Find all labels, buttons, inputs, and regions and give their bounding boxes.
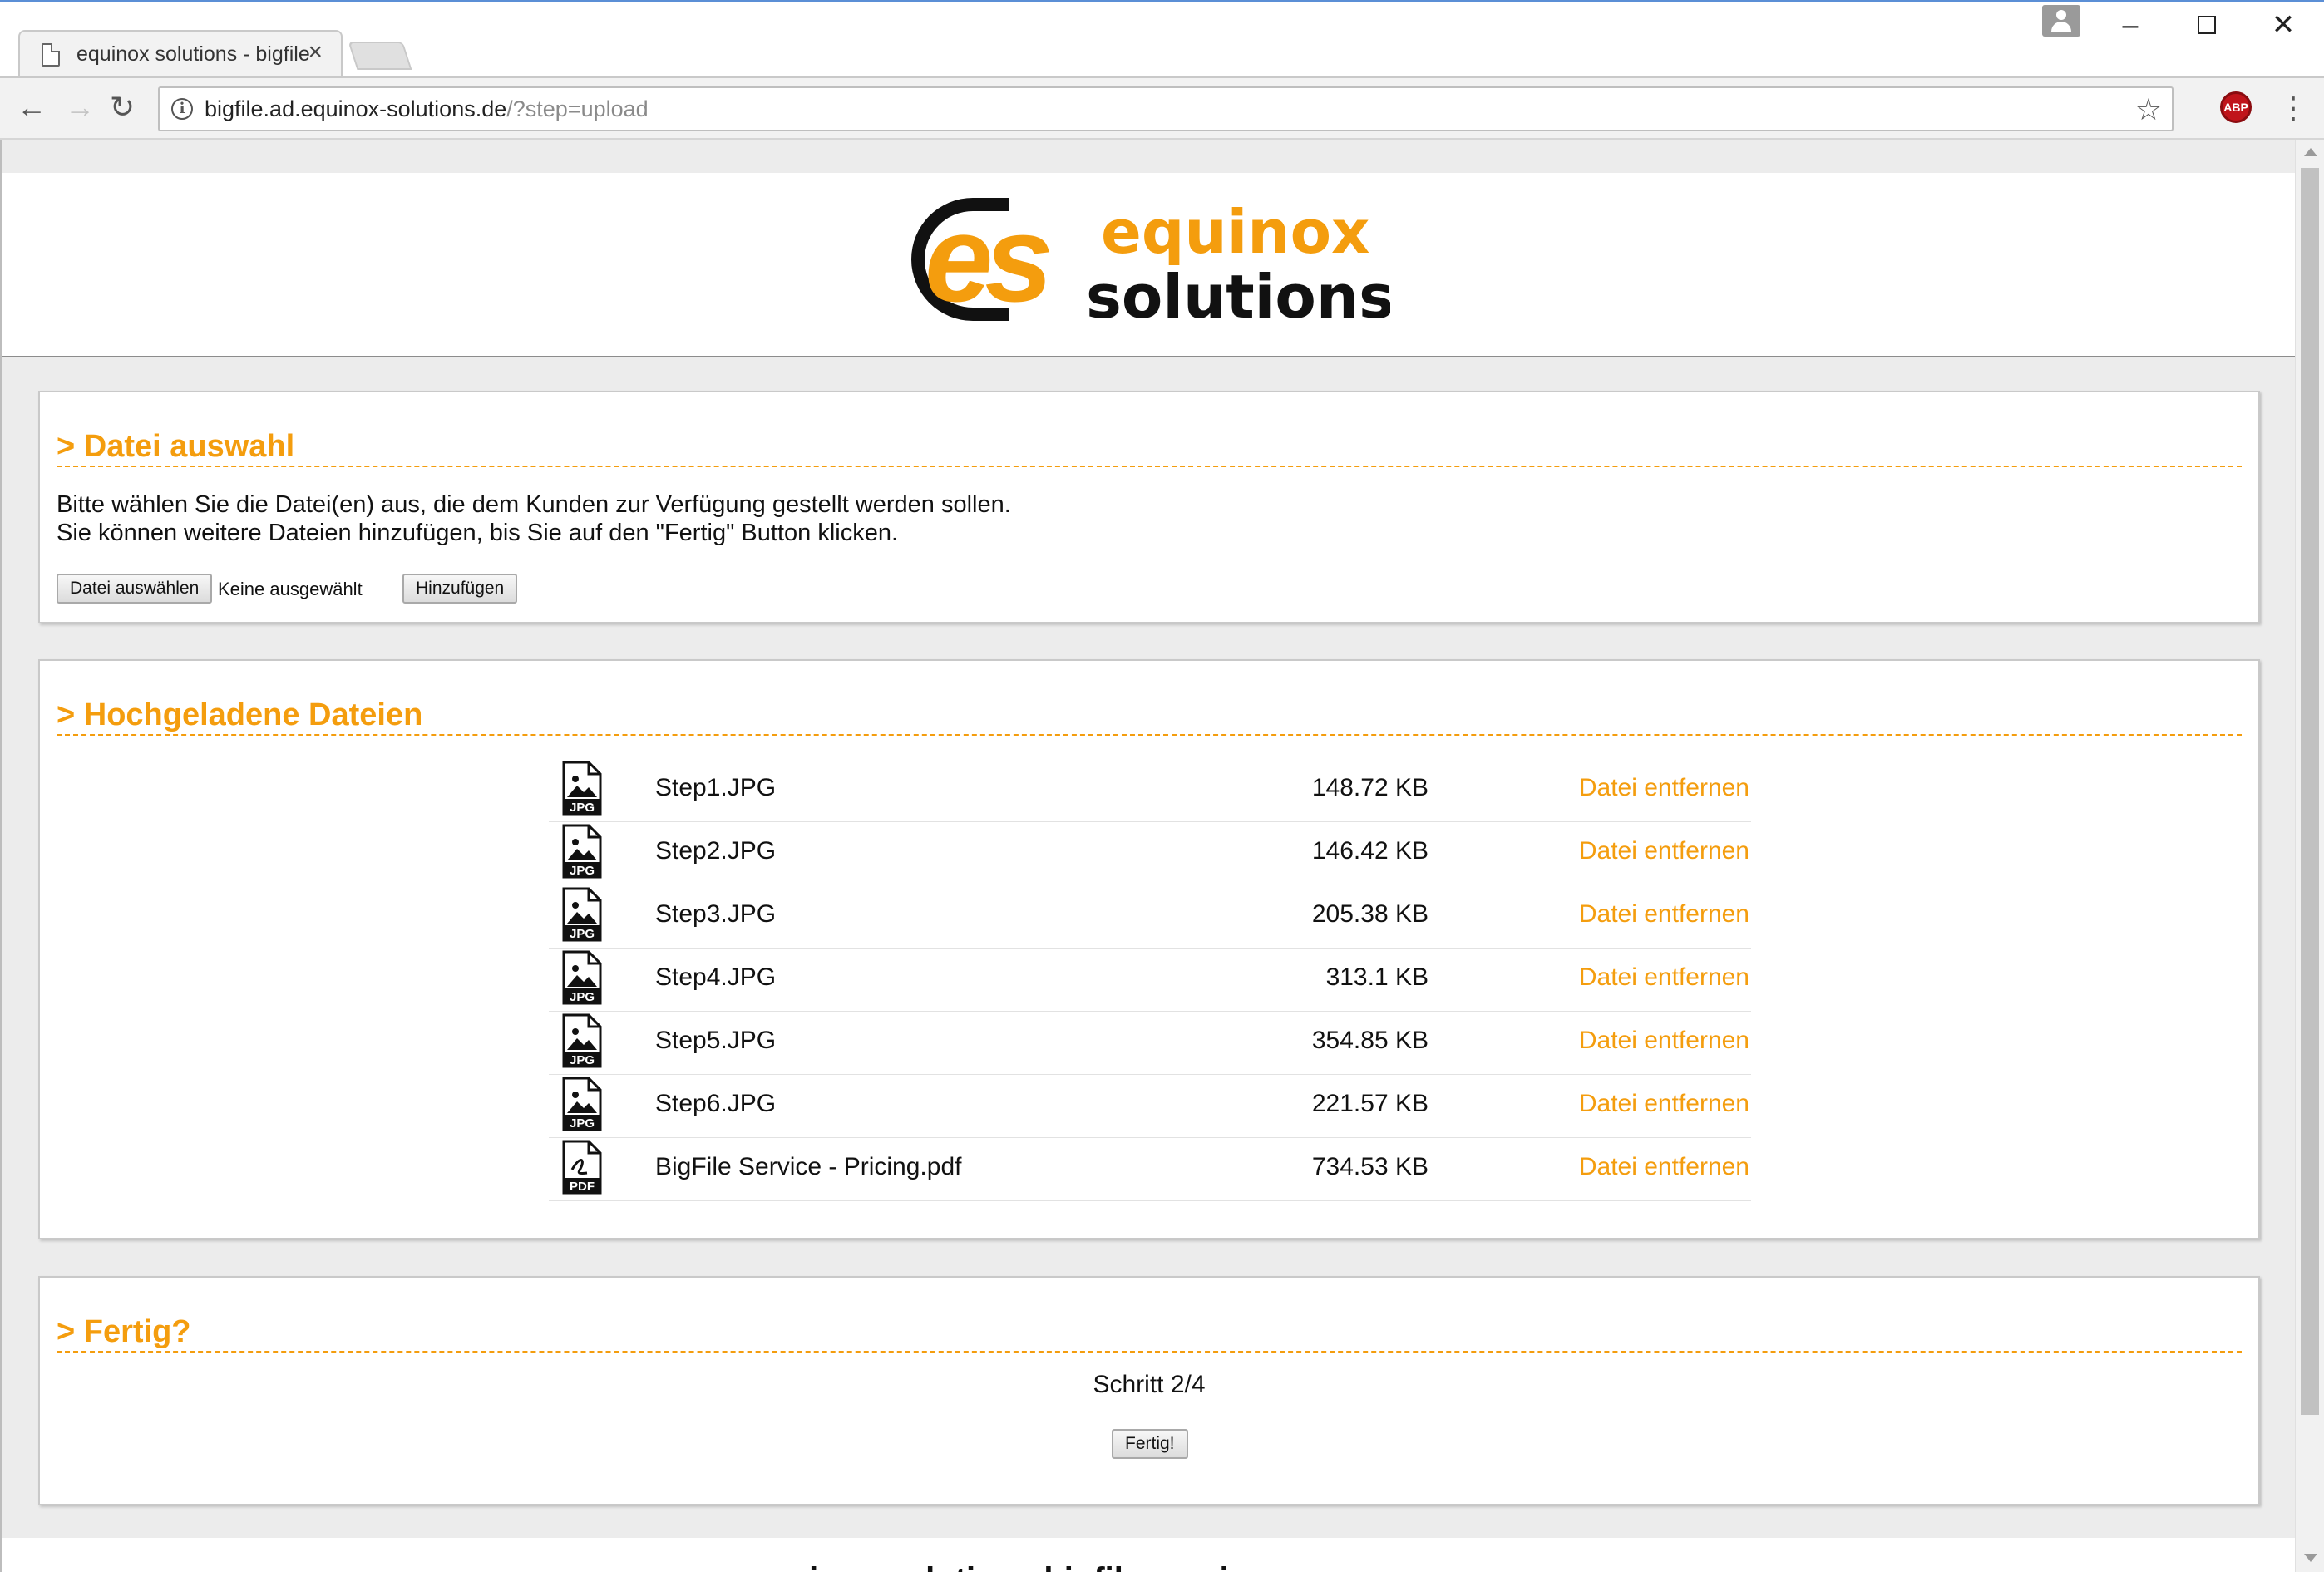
- instruction-line-1: Bitte wählen Sie die Datei(en) aus, die …: [57, 491, 1011, 518]
- remove-file-link[interactable]: Datei entfernen: [1579, 963, 1749, 992]
- url-path: /?step=upload: [506, 96, 649, 121]
- file-size: 205.38 KB: [1311, 900, 1428, 928]
- info-icon[interactable]: i: [171, 98, 193, 120]
- section-divider: [57, 1351, 2242, 1353]
- file-size: 221.57 KB: [1311, 1090, 1428, 1117]
- remove-file-link[interactable]: Datei entfernen: [1579, 900, 1749, 929]
- browser-titlebar: equinox solutions - bigfile × – ✕: [0, 0, 2324, 78]
- url-host: bigfile.ad.equinox-solutions.de: [205, 96, 507, 121]
- pdf-file-icon: PDF: [562, 1140, 602, 1195]
- svg-text:JPG: JPG: [570, 1116, 595, 1131]
- browser-tab[interactable]: equinox solutions - bigfile ×: [18, 30, 343, 78]
- back-arrow-icon[interactable]: ←: [17, 86, 47, 128]
- maximize-icon[interactable]: [2182, 8, 2232, 42]
- scroll-thumb[interactable]: [2301, 168, 2319, 1415]
- svg-text:JPG: JPG: [570, 990, 595, 1004]
- svg-text:es: es: [925, 195, 1049, 328]
- adblock-plus-icon[interactable]: ABP: [2220, 91, 2252, 123]
- remove-file-link[interactable]: Datei entfernen: [1579, 1090, 1749, 1118]
- file-size: 354.85 KB: [1311, 1027, 1428, 1054]
- jpg-file-icon: JPG: [562, 1013, 602, 1068]
- add-file-button[interactable]: Hinzufügen: [402, 574, 518, 604]
- step-indicator: Schritt 2/4: [1093, 1371, 1206, 1398]
- file-name: Step3.JPG: [655, 900, 777, 928]
- minimize-icon[interactable]: –: [2105, 8, 2155, 42]
- file-size: 146.42 KB: [1311, 837, 1428, 865]
- remove-file-link[interactable]: Datei entfernen: [1579, 837, 1749, 865]
- file-name: BigFile Service - Pricing.pdf: [655, 1153, 962, 1180]
- file-name: Step4.JPG: [655, 963, 777, 991]
- remove-file-link[interactable]: Datei entfernen: [1579, 774, 1749, 802]
- profile-icon[interactable]: [2042, 5, 2080, 37]
- svg-text:JPG: JPG: [570, 927, 595, 941]
- page-viewport: es equinox solutions > Datei auswahl Bit…: [0, 140, 2295, 1572]
- kebab-menu-icon[interactable]: ⋮: [2278, 85, 2308, 131]
- new-tab-button[interactable]: [348, 42, 412, 70]
- file-select-card: > Datei auswahl Bitte wählen Sie die Dat…: [38, 391, 2260, 623]
- window-close-icon[interactable]: ✕: [2258, 8, 2308, 42]
- file-row: JPG Step3.JPG 205.38 KB Datei entfernen: [549, 885, 1751, 949]
- page-icon: [42, 43, 60, 67]
- footer: equinox solutions bigfile service: [2, 1538, 2295, 1572]
- file-name: Step2.JPG: [655, 837, 777, 865]
- forward-arrow-icon[interactable]: →: [65, 86, 95, 128]
- svg-text:JPG: JPG: [570, 801, 595, 815]
- file-size: 313.1 KB: [1325, 963, 1428, 991]
- browser-toolbar: ← → ↻ i bigfile.ad.equinox-solutions.de/…: [0, 76, 2324, 140]
- instruction-line-2: Sie können weitere Dateien hinzufügen, b…: [57, 520, 899, 546]
- close-icon[interactable]: ×: [308, 38, 323, 67]
- file-name: Step1.JPG: [655, 774, 777, 801]
- done-button[interactable]: Fertig!: [1112, 1429, 1188, 1459]
- file-size: 734.53 KB: [1311, 1153, 1428, 1180]
- no-file-selected-text: Keine ausgewählt: [218, 579, 363, 599]
- file-row: JPG Step1.JPG 148.72 KB Datei entfernen: [549, 759, 1751, 822]
- finish-card: > Fertig? Schritt 2/4 Fertig!: [38, 1276, 2260, 1505]
- section-title-uploaded: > Hochgeladene Dateien: [57, 697, 423, 732]
- jpg-file-icon: JPG: [562, 761, 602, 816]
- section-title-select: > Datei auswahl: [57, 429, 295, 464]
- file-name: Step5.JPG: [655, 1027, 777, 1054]
- url-text[interactable]: bigfile.ad.equinox-solutions.de/?step=up…: [205, 96, 649, 122]
- page-scrollbar[interactable]: [2295, 140, 2324, 1572]
- choose-file-button[interactable]: Datei auswählen: [57, 574, 213, 604]
- jpg-file-icon: JPG: [562, 887, 602, 942]
- section-title-done: > Fertig?: [57, 1314, 191, 1349]
- file-size: 148.72 KB: [1311, 774, 1428, 801]
- jpg-file-icon: JPG: [562, 824, 602, 879]
- uploaded-files-card: > Hochgeladene Dateien JPG Step1.JPG 148.7…: [38, 659, 2260, 1239]
- section-divider: [57, 734, 2242, 736]
- file-name: Step6.JPG: [655, 1090, 777, 1117]
- file-row: JPG Step5.JPG 354.85 KB Datei entfernen: [549, 1012, 1751, 1075]
- remove-file-link[interactable]: Datei entfernen: [1579, 1153, 1749, 1181]
- file-row: JPG Step4.JPG 313.1 KB Datei entfernen: [549, 949, 1751, 1012]
- remove-file-link[interactable]: Datei entfernen: [1579, 1027, 1749, 1055]
- svg-text:JPG: JPG: [570, 1053, 595, 1067]
- jpg-file-icon: JPG: [562, 1077, 602, 1131]
- reload-icon[interactable]: ↻: [110, 86, 135, 128]
- file-row: JPG Step2.JPG 146.42 KB Datei entfernen: [549, 822, 1751, 885]
- svg-text:equinox: equinox: [1101, 197, 1369, 267]
- star-icon[interactable]: ☆: [2135, 90, 2162, 130]
- scroll-down-arrow-icon[interactable]: [2304, 1554, 2317, 1562]
- equinox-logo: es equinox solutions: [911, 195, 1390, 328]
- site-header: es equinox solutions: [2, 173, 2295, 357]
- scroll-up-arrow-icon[interactable]: [2304, 148, 2317, 156]
- jpg-file-icon: JPG: [562, 950, 602, 1005]
- file-row: JPG Step6.JPG 221.57 KB Datei entfernen: [549, 1075, 1751, 1138]
- svg-text:JPG: JPG: [570, 864, 595, 878]
- svg-text:PDF: PDF: [570, 1180, 595, 1194]
- file-row: PDF BigFile Service - Pricing.pdf 734.53 K…: [549, 1138, 1751, 1201]
- address-bar[interactable]: i bigfile.ad.equinox-solutions.de/?step=…: [158, 86, 2174, 131]
- tab-title: equinox solutions - bigfile: [76, 42, 310, 66]
- footer-text: equinox solutions bigfile service: [750, 1561, 1266, 1572]
- section-divider: [57, 466, 2242, 467]
- svg-text:solutions: solutions: [1086, 262, 1390, 328]
